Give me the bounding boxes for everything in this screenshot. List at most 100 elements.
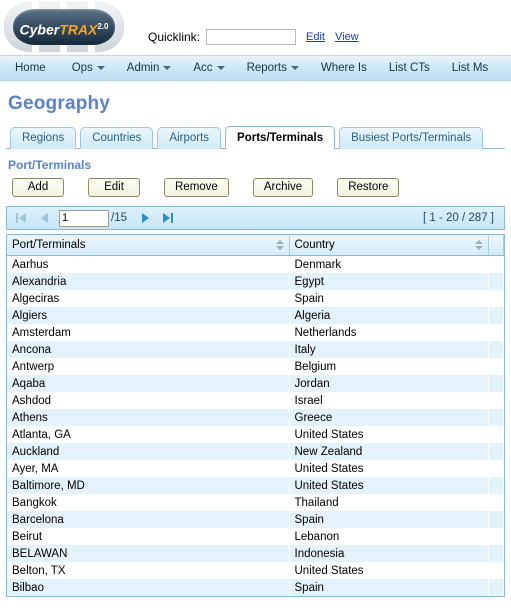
logo-version: 2.0 xyxy=(97,22,109,31)
column-header-label: Port/Terminals xyxy=(12,239,86,251)
quicklink-label: Quicklink: xyxy=(148,30,201,44)
table-row[interactable]: Ashdod Israel xyxy=(7,392,504,409)
action-toolbar: Add Edit Remove Archive Restore xyxy=(12,178,505,197)
cell-gutter xyxy=(488,358,504,375)
table-row[interactable]: Aqaba Jordan xyxy=(7,375,504,392)
cell-port: Atlanta, GA xyxy=(7,426,289,443)
table-row[interactable]: Beirut Lebanon xyxy=(7,528,504,545)
cell-gutter xyxy=(488,375,504,392)
table-row[interactable]: Auckland New Zealand xyxy=(7,443,504,460)
table-row[interactable]: Baltimore, MD United States xyxy=(7,477,504,494)
cell-gutter xyxy=(488,324,504,341)
table-row[interactable]: Ayer, MA United States xyxy=(7,460,504,477)
total-pages-label: /15 xyxy=(111,212,127,224)
tab-label: Busiest Ports/Terminals xyxy=(351,132,472,144)
table-row[interactable]: Algeciras Spain xyxy=(7,290,504,307)
cell-port: Aqaba xyxy=(7,375,289,392)
nav-item-home[interactable]: Home xyxy=(4,56,57,80)
last-page-icon[interactable] xyxy=(160,210,176,226)
page-number-input[interactable] xyxy=(59,209,109,227)
next-page-icon[interactable] xyxy=(137,210,153,226)
nav-item-label: Acc xyxy=(193,62,213,74)
nav-item-reports[interactable]: Reports xyxy=(236,56,310,80)
cell-gutter xyxy=(488,426,504,443)
archive-button[interactable]: Archive xyxy=(252,178,314,197)
quicklink-edit-link[interactable]: Edit xyxy=(306,31,325,43)
cell-gutter xyxy=(488,545,504,562)
column-header-port-terminals[interactable]: Port/Terminals xyxy=(7,234,290,256)
table-body: Aarhus Denmark Alexandria Egypt Algeciras S… xyxy=(7,255,504,596)
table-row[interactable]: Belton, TX United States xyxy=(7,562,504,579)
cell-port: Beirut xyxy=(7,528,289,545)
table-row[interactable]: BELAWAN Indonesia xyxy=(7,545,504,562)
nav-item-recycle-bin[interactable]: Recycle Bin xyxy=(499,56,511,80)
cell-gutter xyxy=(488,528,504,545)
table-row[interactable]: Athens Greece xyxy=(7,409,504,426)
cell-port: BELAWAN xyxy=(7,545,289,562)
cell-port: Baltimore, MD xyxy=(7,477,289,494)
main-navigation: Home Ops Admin Acc Reports Where Is List… xyxy=(0,55,511,81)
edit-button[interactable]: Edit xyxy=(88,178,140,197)
cell-country: Jordan xyxy=(289,375,489,392)
add-button[interactable]: Add xyxy=(12,178,64,197)
column-header-gutter xyxy=(488,234,504,256)
tab-ports-terminals[interactable]: Ports/Terminals xyxy=(225,126,336,149)
sort-indicator-icon[interactable] xyxy=(275,240,284,250)
cell-country: Spain xyxy=(289,511,489,528)
nav-item-acc[interactable]: Acc xyxy=(182,56,235,80)
record-range-label: [ 1 - 20 / 287 ] xyxy=(423,212,494,224)
cell-gutter xyxy=(488,409,504,426)
column-header-country[interactable]: Country xyxy=(289,234,489,256)
nav-item-label: Admin xyxy=(126,62,160,74)
chevron-down-icon xyxy=(290,66,299,70)
logo-inner-shape: CyberTRAX2.0 xyxy=(13,9,115,45)
cell-country: Denmark xyxy=(289,255,489,273)
cell-gutter xyxy=(488,443,504,460)
nav-item-list-cts[interactable]: List CTs xyxy=(378,56,441,80)
quicklink-bar: Quicklink: Edit View xyxy=(148,27,359,47)
chevron-down-icon xyxy=(216,66,225,70)
logo-notch xyxy=(32,44,39,53)
tab-busiest-ports-terminals[interactable]: Busiest Ports/Terminals xyxy=(339,127,484,149)
table-row[interactable]: Antwerp Belgium xyxy=(7,358,504,375)
tab-countries[interactable]: Countries xyxy=(80,127,154,149)
table-row[interactable]: Bilbao Spain xyxy=(7,579,504,596)
nav-item-ops[interactable]: Ops xyxy=(61,56,116,80)
cell-port: Antwerp xyxy=(7,358,289,375)
logo-notch xyxy=(88,44,95,53)
tab-label: Ports/Terminals xyxy=(237,132,324,144)
cell-gutter xyxy=(488,290,504,307)
nav-item-label: List Ms xyxy=(451,62,489,74)
sort-indicator-icon[interactable] xyxy=(475,240,483,250)
table-row[interactable]: Atlanta, GA United States xyxy=(7,426,504,443)
cell-gutter xyxy=(488,579,504,596)
tab-airports[interactable]: Airports xyxy=(157,127,222,149)
table-row[interactable]: Alexandria Egypt xyxy=(7,273,504,290)
quicklink-input[interactable] xyxy=(206,29,297,45)
table-row[interactable]: Ancona Italy xyxy=(7,341,504,358)
table-row[interactable]: Bangkok Thailand xyxy=(7,494,504,511)
data-grid: Port/Terminals Country Aarhus Denmark Al… xyxy=(6,234,505,597)
cybertrax-logo[interactable]: CyberTRAX2.0 xyxy=(4,1,124,53)
previous-page-icon[interactable] xyxy=(36,210,52,226)
table-row[interactable]: Amsterdam Netherlands xyxy=(7,324,504,341)
cell-country: Spain xyxy=(289,579,489,596)
cell-port: Amsterdam xyxy=(7,324,289,341)
quicklink-view-link[interactable]: View xyxy=(335,31,359,43)
first-page-icon[interactable] xyxy=(13,210,29,226)
nav-item-where-is[interactable]: Where Is xyxy=(310,56,378,80)
restore-button[interactable]: Restore xyxy=(337,178,400,197)
remove-button[interactable]: Remove xyxy=(164,178,229,197)
table-row[interactable]: Barcelona Spain xyxy=(7,511,504,528)
table-header-row: Port/Terminals Country xyxy=(7,234,504,256)
nav-item-label: Where Is xyxy=(320,62,367,74)
nav-item-list-ms[interactable]: List Ms xyxy=(441,56,499,80)
cell-port: Athens xyxy=(7,409,289,426)
tab-regions[interactable]: Regions xyxy=(10,127,77,149)
nav-item-admin[interactable]: Admin xyxy=(116,56,183,80)
cell-country: Indonesia xyxy=(289,545,489,562)
section-title: Port/Terminals xyxy=(8,158,92,172)
cell-gutter xyxy=(488,494,504,511)
table-row[interactable]: Aarhus Denmark xyxy=(7,255,504,273)
table-row[interactable]: Algiers Algeria xyxy=(7,307,504,324)
